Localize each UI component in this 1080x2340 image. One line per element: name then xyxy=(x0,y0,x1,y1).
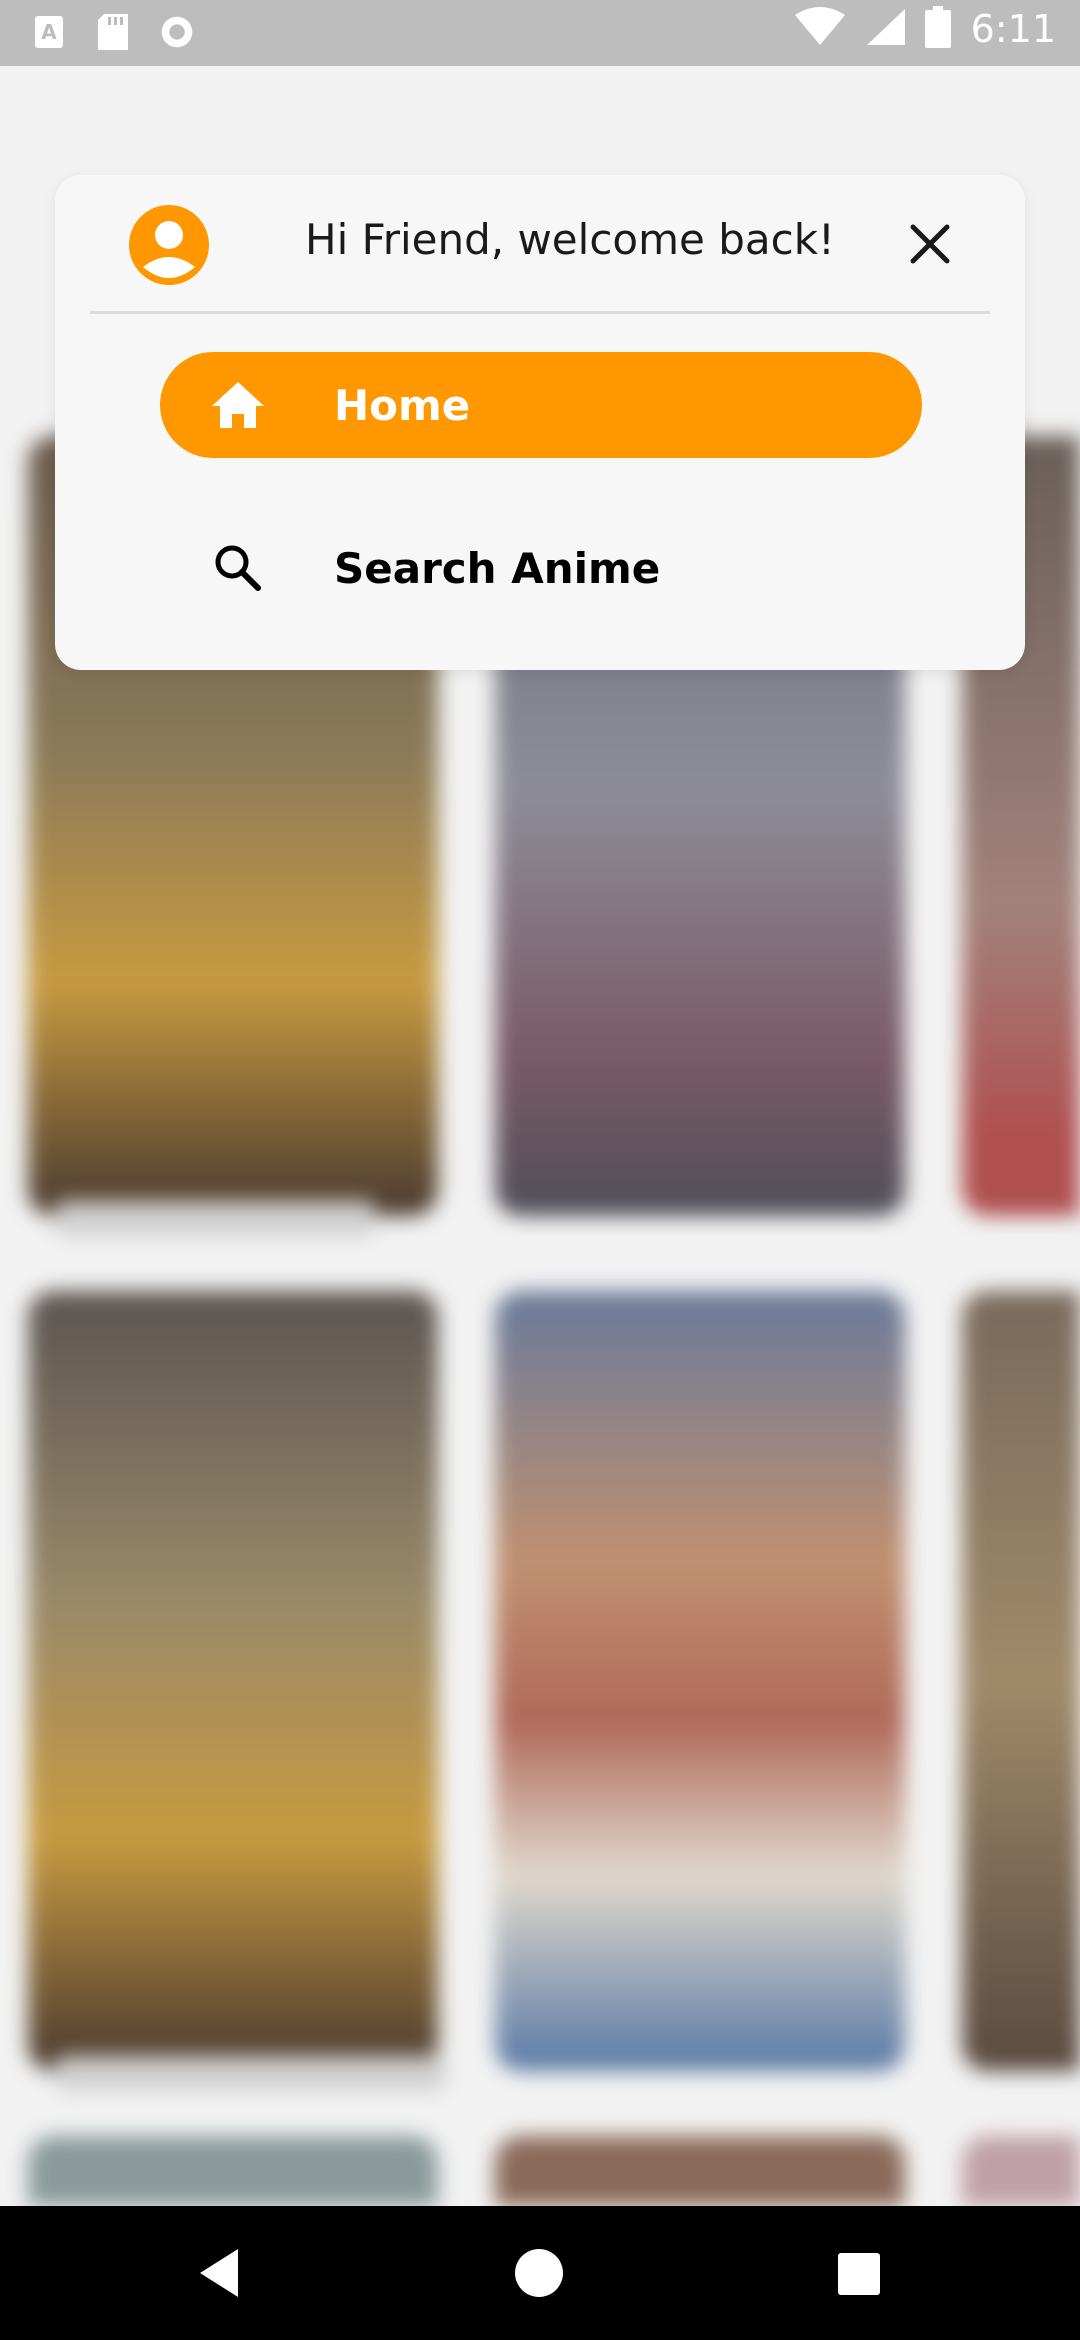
section-label xyxy=(55,1201,375,1235)
anime-card xyxy=(962,1291,1080,2071)
status-time: 6:11 xyxy=(970,7,1056,51)
navigation-bar xyxy=(0,2206,1080,2340)
anime-card xyxy=(28,1291,438,2071)
status-bar: A 6:11 xyxy=(0,0,1080,66)
status-right-icons: 6:11 xyxy=(794,6,1056,52)
section-label xyxy=(55,2056,445,2090)
a-icon: A xyxy=(32,12,66,52)
search-icon xyxy=(208,538,268,598)
cell-signal-icon xyxy=(865,7,905,51)
menu-item-label: Home xyxy=(334,380,471,430)
anime-card xyxy=(28,2136,438,2206)
back-icon[interactable] xyxy=(190,2241,254,2305)
welcome-text: Hi Friend, welcome back! xyxy=(305,215,835,264)
battery-icon xyxy=(924,6,951,52)
sd-card-icon xyxy=(96,12,130,52)
menu-item-label: Search Anime xyxy=(334,543,661,593)
recents-icon[interactable] xyxy=(826,2241,890,2305)
home-icon xyxy=(208,375,268,435)
navigation-menu: Hi Friend, welcome back! Home Search Ani… xyxy=(55,175,1025,670)
anime-card xyxy=(495,2136,905,2206)
status-left-icons: A xyxy=(32,12,194,52)
close-icon[interactable] xyxy=(905,219,955,269)
home-circle-icon[interactable] xyxy=(507,2241,571,2305)
anime-card xyxy=(962,2136,1080,2206)
menu-item-search-anime[interactable]: Search Anime xyxy=(160,515,922,621)
user-circle-icon xyxy=(129,205,209,285)
svg-text:A: A xyxy=(41,20,57,44)
divider xyxy=(90,311,990,314)
wifi-icon xyxy=(794,7,845,51)
menu-item-home[interactable]: Home xyxy=(160,352,922,458)
anime-card xyxy=(495,1291,905,2071)
menu-header: Hi Friend, welcome back! xyxy=(55,175,1025,312)
circle-record-icon xyxy=(160,12,194,52)
